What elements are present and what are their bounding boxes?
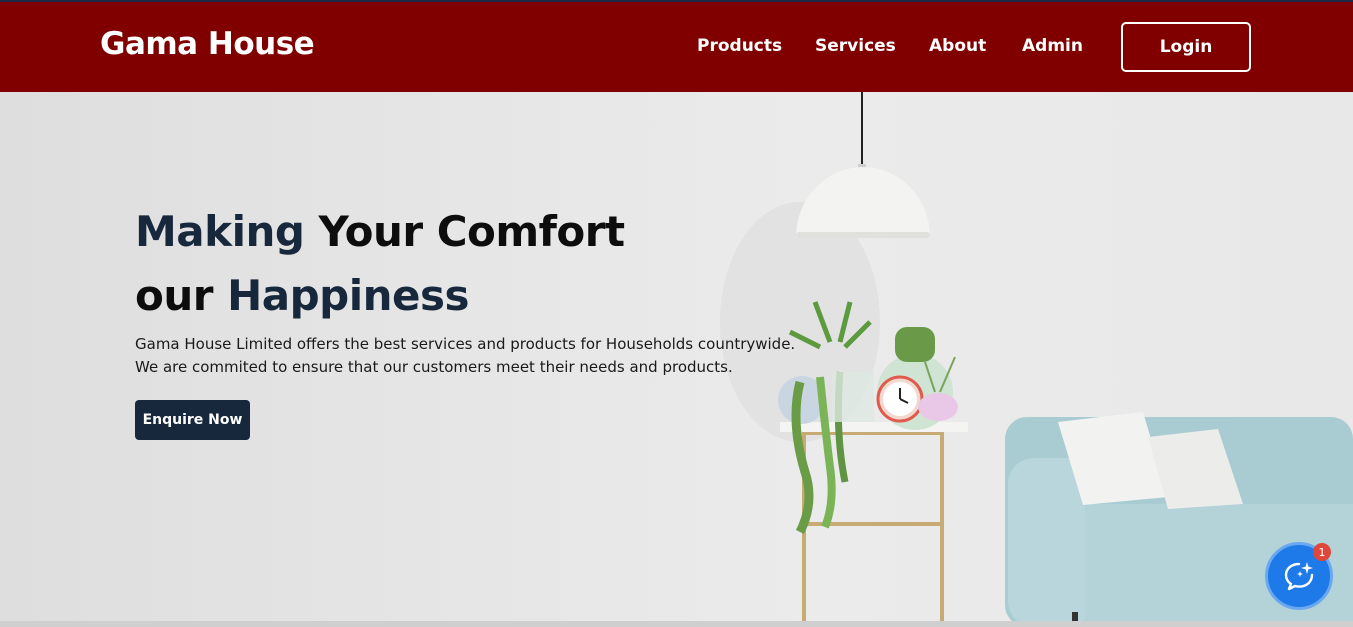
headline-line-2: our Happiness: [135, 264, 625, 328]
nav-services[interactable]: Services: [815, 36, 896, 56]
description-line-1: Gama House Limited offers the best servi…: [135, 335, 796, 353]
brand-logo[interactable]: Gama House: [100, 26, 315, 62]
side-table: [780, 422, 968, 627]
enquire-now-button[interactable]: Enquire Now: [135, 400, 250, 440]
headline-rest-line-1: Your Comfort: [304, 207, 626, 256]
nav-admin[interactable]: Admin: [1022, 36, 1083, 56]
headline-accent-making: Making: [135, 207, 305, 256]
navbar: Gama House Products Services About Admin…: [0, 2, 1353, 92]
headline-line-1: Making Your Comfort: [135, 200, 625, 264]
floor-strip: [0, 621, 1353, 627]
nav-products[interactable]: Products: [697, 36, 782, 56]
login-button[interactable]: Login: [1121, 22, 1251, 72]
hero-headline: Making Your Comfort our Happiness: [135, 200, 625, 328]
nav-about[interactable]: About: [929, 36, 986, 56]
chat-sparkle-icon: [1284, 562, 1314, 591]
headline-start-line-2: our: [135, 271, 228, 320]
hero-description: Gama House Limited offers the best servi…: [135, 333, 795, 379]
hero-section: Making Your Comfort our Happiness Gama H…: [0, 92, 1353, 627]
description-line-2: We are commited to ensure that our custo…: [135, 358, 733, 376]
notification-badge: 1: [1313, 543, 1331, 561]
pendant-lamp: [796, 92, 930, 238]
headline-accent-happiness: Happiness: [227, 271, 469, 320]
